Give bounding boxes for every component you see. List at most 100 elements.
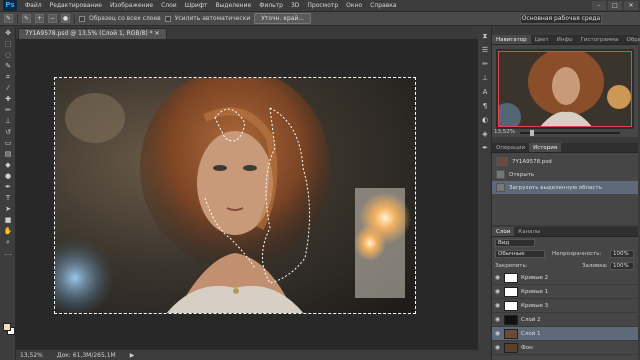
tab-channels[interactable]: Каналы [514, 227, 544, 236]
clone-stamp-tool-icon[interactable]: ⊥ [2, 116, 14, 126]
menu-filter[interactable]: Фильтр [255, 2, 287, 9]
edit-toolbar-icon[interactable]: … [2, 248, 14, 258]
menu-layers[interactable]: Слои [157, 2, 181, 9]
history-snapshot[interactable]: 7Y1A9578.psd [492, 155, 638, 168]
window-controls: – □ ✕ [592, 1, 638, 10]
maximize-button[interactable]: □ [608, 1, 622, 10]
menu-type[interactable]: Шрифт [181, 2, 212, 9]
layer-row[interactable]: ◉ Кривые 3 [492, 299, 638, 313]
visibility-eye-icon[interactable]: ◉ [494, 302, 501, 309]
minimize-button[interactable]: – [592, 1, 606, 10]
opacity-label: Непрозрачность: [552, 251, 602, 257]
adjustments-panel-icon[interactable]: ◐ [480, 115, 490, 125]
layers-tabs: Слои Каналы [492, 227, 638, 237]
fill-input[interactable]: 100% [610, 262, 634, 270]
status-arrow-icon[interactable]: ▶ [130, 352, 135, 359]
menu-image[interactable]: Изображение [106, 2, 157, 9]
menu-3d[interactable]: 3D [287, 2, 303, 9]
navigator-zoom[interactable]: 13,52% [494, 129, 515, 135]
snapshot-thumbnail [496, 157, 508, 166]
menu-edit[interactable]: Редактирование [46, 2, 106, 9]
close-button[interactable]: ✕ [624, 1, 638, 10]
history-item-load-selection[interactable]: Загрузить выделенную область [492, 181, 638, 194]
close-document-icon[interactable]: ✕ [155, 30, 160, 37]
lasso-tool-icon[interactable]: ◌ [2, 50, 14, 60]
pen-tool-icon[interactable]: ✒ [2, 182, 14, 192]
visibility-eye-icon[interactable]: ◉ [494, 344, 501, 351]
visibility-eye-icon[interactable]: ◉ [494, 316, 501, 323]
layer-row[interactable]: ◉ Кривые 2 [492, 271, 638, 285]
type-tool-icon[interactable]: T [2, 193, 14, 203]
move-tool-icon[interactable]: ✥ [2, 28, 14, 38]
tab-histogram[interactable]: Гистограмма [577, 35, 623, 44]
blur-tool-icon[interactable]: ◆ [2, 160, 14, 170]
canvas-area[interactable] [16, 39, 478, 349]
properties-panel-icon[interactable]: ☰ [480, 45, 490, 55]
tab-layers[interactable]: Слои [492, 227, 515, 236]
brush-tool-icon[interactable]: ✏ [2, 105, 14, 115]
layer-row[interactable]: ◉ Фон [492, 341, 638, 355]
character-panel-icon[interactable]: A [480, 87, 490, 97]
marquee-tool-icon[interactable]: ⬚ [2, 39, 14, 49]
subtract-from-selection-icon[interactable]: − [48, 14, 57, 23]
eyedropper-tool-icon[interactable]: ⁄ [2, 83, 14, 93]
menu-help[interactable]: Справка [366, 2, 400, 9]
zoom-level[interactable]: 13,52% [20, 352, 43, 359]
hand-tool-icon[interactable]: ✋ [2, 226, 14, 236]
clone-source-panel-icon[interactable]: ⊥ [480, 73, 490, 83]
paragraph-panel-icon[interactable]: ¶ [480, 101, 490, 111]
history-brush-tool-icon[interactable]: ↺ [2, 127, 14, 137]
history-panel-icon[interactable]: ⧗ [480, 31, 490, 41]
auto-enhance-checkbox[interactable] [164, 15, 171, 22]
tab-actions[interactable]: Операции [492, 143, 529, 152]
opacity-input[interactable]: 100% [610, 250, 634, 258]
shape-tool-icon[interactable]: ■ [2, 215, 14, 225]
eraser-tool-icon[interactable]: ▭ [2, 138, 14, 148]
foreground-color-swatch[interactable] [3, 323, 11, 331]
visibility-eye-icon[interactable]: ◉ [494, 288, 501, 295]
history-item-open[interactable]: Открыть [492, 168, 638, 181]
paths-panel-icon[interactable]: ✒ [480, 143, 490, 153]
quick-selection-tool-icon[interactable]: ✎ [2, 61, 14, 71]
sample-all-checkbox[interactable] [79, 15, 85, 22]
menu-select[interactable]: Выделение [211, 2, 255, 9]
navigator-zoom-knob[interactable] [530, 130, 534, 136]
menu-file[interactable]: Файл [21, 2, 46, 9]
visibility-eye-icon[interactable]: ◉ [494, 274, 501, 281]
add-to-selection-icon[interactable]: + [35, 14, 44, 23]
healing-brush-tool-icon[interactable]: ✚ [2, 94, 14, 104]
workspace-select[interactable]: Основная рабочая среда [520, 14, 602, 24]
styles-panel-icon[interactable]: ◈ [480, 129, 490, 139]
new-selection-icon[interactable]: ✎ [22, 14, 31, 23]
brush-picker-icon[interactable]: ● [61, 14, 70, 23]
crop-tool-icon[interactable]: ⌗ [2, 72, 14, 82]
visibility-eye-icon[interactable]: ◉ [494, 330, 501, 337]
blend-mode-select[interactable]: Обычные [495, 250, 545, 258]
layer-row[interactable]: ◉ Кривые 1 [492, 285, 638, 299]
tab-swatches[interactable]: Образцы [623, 35, 640, 44]
menu-window[interactable]: Окно [342, 2, 366, 9]
layer-name: Кривые 3 [521, 302, 549, 309]
layer-kind-filter[interactable]: Вид [495, 239, 535, 247]
quick-selection-tool-icon[interactable]: ✎ [4, 14, 13, 23]
history-step-icon [496, 183, 505, 192]
zoom-tool-icon[interactable]: ⌕ [2, 237, 14, 247]
layer-row[interactable]: ◉ Слой 1 [492, 327, 638, 341]
navigator-zoom-slider[interactable] [520, 130, 620, 136]
dodge-tool-icon[interactable]: ● [2, 171, 14, 181]
menu-view[interactable]: Просмотр [303, 2, 342, 9]
document-canvas[interactable] [54, 77, 416, 314]
tab-history[interactable]: История [529, 143, 562, 152]
tab-navigator[interactable]: Навигатор [492, 35, 531, 44]
refine-edge-button[interactable]: Уточн. край... [254, 13, 312, 24]
navigator-preview [496, 49, 634, 129]
navigator-view-frame[interactable] [498, 51, 632, 127]
layer-row[interactable]: ◉ Слой 2 [492, 313, 638, 327]
gradient-tool-icon[interactable]: ▤ [2, 149, 14, 159]
path-selection-tool-icon[interactable]: ➤ [2, 204, 14, 214]
brush-panel-icon[interactable]: ✏ [480, 59, 490, 69]
tab-info[interactable]: Инфо [553, 35, 577, 44]
document-tab[interactable]: 7Y1A9578.psd @ 13,5% (Слой 1, RGB/8) * ✕ [18, 28, 167, 39]
layer-name: Слой 1 [521, 330, 541, 337]
tab-color[interactable]: Цвет [531, 35, 553, 44]
